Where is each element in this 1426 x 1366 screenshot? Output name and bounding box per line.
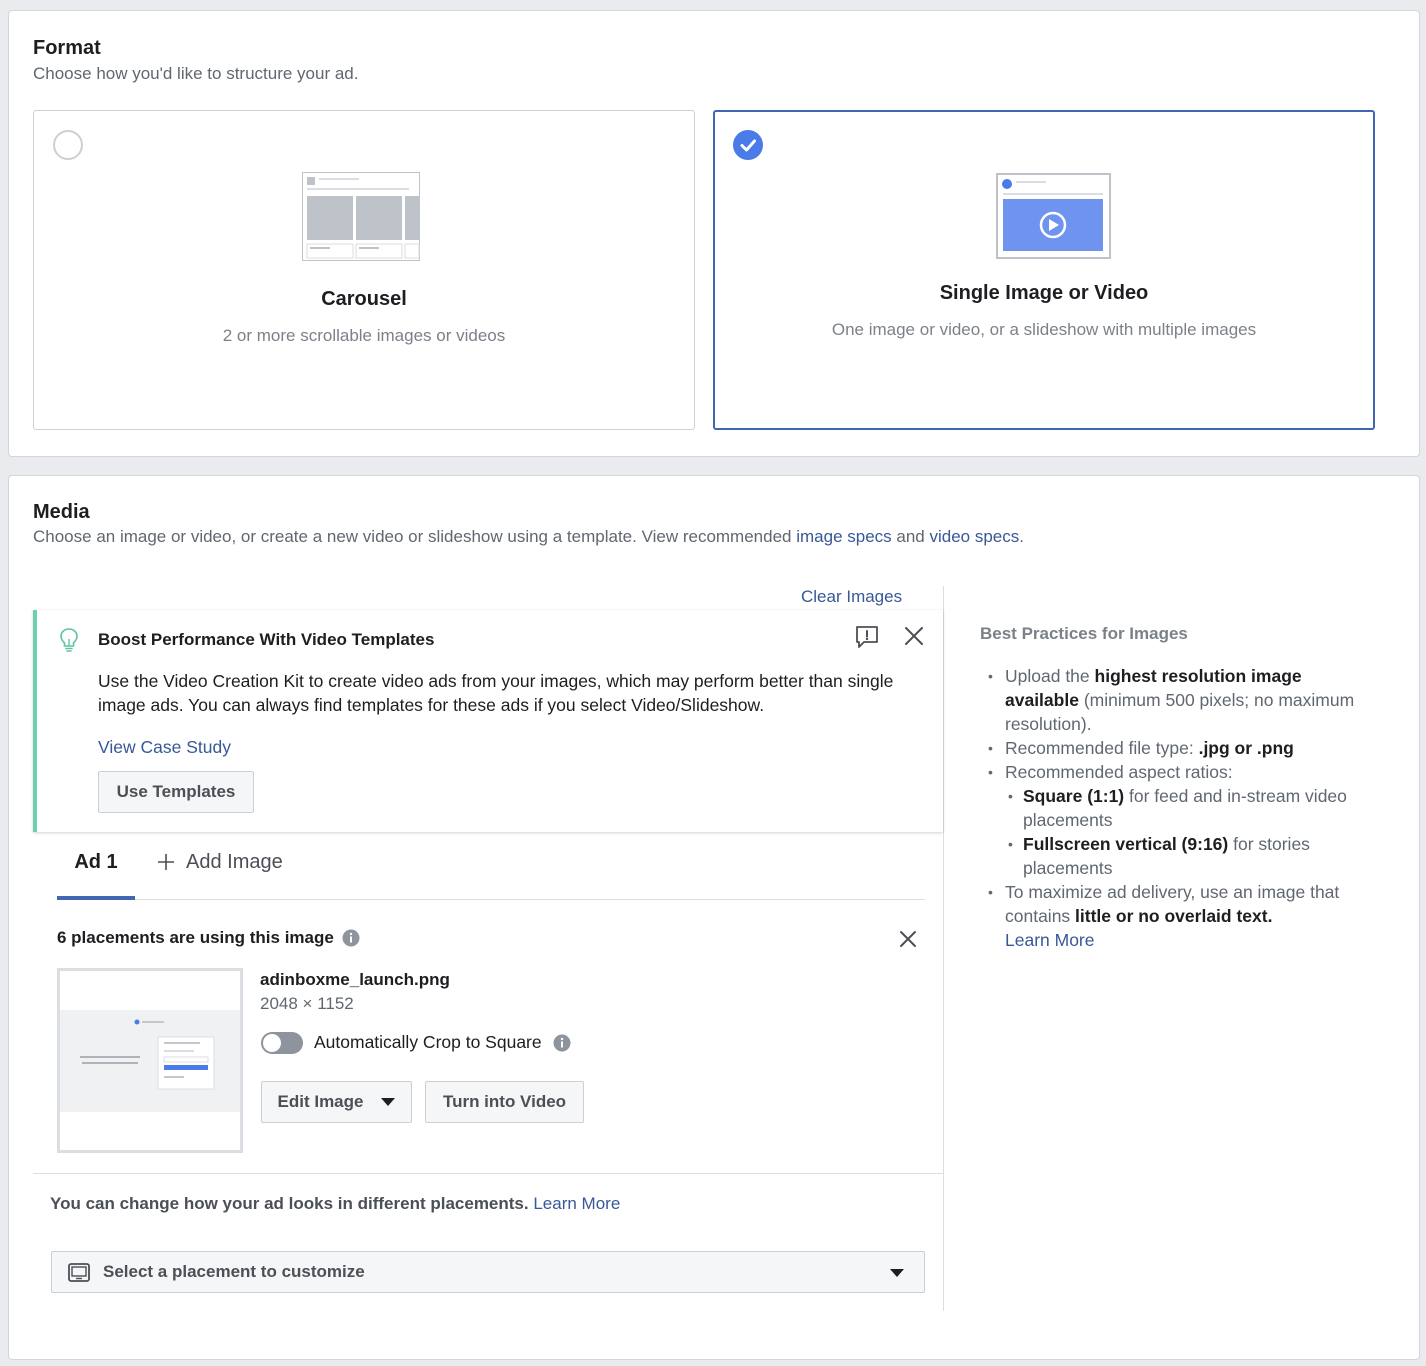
bp2-text: Recommended file type: (1005, 738, 1199, 758)
media-subtitle-suffix: . (1019, 527, 1024, 546)
monitor-icon (68, 1263, 90, 1282)
best-practice-item: Recommended file type: .jpg or .png (980, 736, 1380, 760)
best-practices-list: Upload the highest resolution image avai… (980, 664, 1380, 952)
view-case-study-link[interactable]: View Case Study (98, 737, 231, 758)
info-icon[interactable] (553, 1034, 571, 1052)
image-specs-link[interactable]: image specs (796, 527, 891, 546)
single-image-illustration-icon (996, 173, 1111, 259)
caret-down-icon (381, 1097, 396, 1106)
toggle-knob (263, 1034, 281, 1052)
column-divider (943, 586, 944, 1311)
media-section: Media Choose an image or video, or creat… (8, 475, 1420, 1360)
customize-learn-more-link[interactable]: Learn More (533, 1194, 620, 1213)
placement-select-label: Select a placement to customize (103, 1262, 365, 1281)
info-icon[interactable] (342, 929, 360, 947)
close-tip-icon[interactable] (903, 625, 925, 647)
single-image-title: Single Image or Video (939, 282, 1149, 304)
section-divider (33, 1173, 943, 1174)
tab-ad-1[interactable]: Ad 1 (57, 834, 135, 900)
thumbnail-screenshot-icon (60, 1010, 240, 1112)
best-practices-learn-more-link[interactable]: Learn More (1005, 930, 1095, 950)
single-image-description: One image or video, or a slideshow with … (831, 320, 1257, 339)
lightbulb-icon (60, 628, 78, 652)
bp4-bold: little or no overlaid text. (1075, 906, 1273, 926)
best-practice-subitem: Square (1:1) for feed and in-stream vide… (980, 784, 1380, 832)
format-title: Format (33, 37, 101, 59)
auto-crop-label: Automatically Crop to Square (314, 1032, 571, 1053)
bp1-text: Upload the (1005, 666, 1095, 686)
media-subtitle: Choose an image or video, or create a ne… (33, 527, 1024, 547)
clear-images-link[interactable]: Clear Images (801, 587, 902, 607)
media-subtitle-text: Choose an image or video, or create a ne… (33, 527, 797, 546)
customize-text: You can change how your ad looks in diff… (50, 1194, 529, 1213)
tip-body: Use the Video Creation Kit to create vid… (98, 671, 894, 715)
carousel-title: Carousel (321, 288, 407, 310)
placements-heading: 6 placements are using this image (57, 928, 360, 948)
best-practice-item: Recommended aspect ratios: (980, 760, 1380, 784)
auto-crop-toggle[interactable] (261, 1032, 303, 1054)
carousel-description: 2 or more scrollable images or videos (222, 326, 506, 345)
bp-sub1-bold: Square (1:1) (1023, 786, 1125, 806)
customize-placements-text: You can change how your ad looks in diff… (50, 1194, 620, 1214)
plus-icon (158, 854, 174, 870)
placements-heading-text: 6 placements are using this image (57, 928, 334, 947)
image-thumbnail[interactable] (57, 968, 243, 1153)
add-image-label: Add Image (186, 851, 283, 873)
carousel-radio[interactable] (53, 130, 83, 160)
media-title: Media (33, 501, 90, 523)
add-image-tab[interactable]: Add Image (156, 834, 283, 890)
edit-image-label: Edit Image (277, 1092, 364, 1111)
single-image-checkmark-icon[interactable] (733, 130, 763, 160)
best-practice-item: To maximize ad delivery, use an image th… (980, 880, 1380, 952)
best-practice-item: Upload the highest resolution image avai… (980, 664, 1380, 736)
file-dimensions: 2048 × 1152 (260, 994, 354, 1013)
video-templates-tip: Boost Performance With Video Templates U… (33, 610, 943, 832)
format-option-carousel[interactable]: Carousel 2 or more scrollable images or … (33, 110, 695, 430)
tip-title: Boost Performance With Video Templates (98, 630, 435, 649)
placement-select-dropdown[interactable]: Select a placement to customize (51, 1251, 925, 1293)
use-templates-button[interactable]: Use Templates (98, 771, 254, 813)
format-section: Format Choose how you'd like to structur… (8, 10, 1420, 457)
bp2-bold: .jpg or .png (1198, 738, 1294, 758)
media-subtitle-and: and (891, 527, 930, 546)
chevron-down-icon (890, 1269, 904, 1277)
best-practice-subitem: Fullscreen vertical (9:16) for stories p… (980, 832, 1380, 880)
thumbnail-preview (60, 1010, 240, 1112)
carousel-illustration-icon (302, 172, 420, 261)
turn-into-video-button[interactable]: Turn into Video (425, 1081, 584, 1123)
auto-crop-label-text: Automatically Crop to Square (314, 1032, 542, 1052)
remove-image-close-icon[interactable] (898, 929, 918, 949)
edit-image-button[interactable]: Edit Image (261, 1081, 412, 1123)
format-subtitle: Choose how you'd like to structure your … (33, 64, 359, 83)
bp-sub2-bold: Fullscreen vertical (9:16) (1023, 834, 1229, 854)
ad-tabs: Ad 1 Add Image (57, 834, 925, 900)
feedback-icon[interactable] (854, 624, 880, 650)
video-specs-link[interactable]: video specs (929, 527, 1019, 546)
file-name: adinboxme_launch.png (260, 970, 450, 989)
best-practices-title: Best Practices for Images (980, 624, 1188, 643)
format-option-single-image-video[interactable]: Single Image or Video One image or video… (713, 110, 1375, 430)
